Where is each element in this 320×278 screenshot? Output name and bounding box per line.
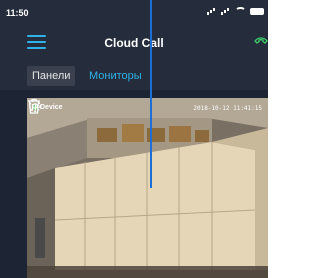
signal-icon [207, 7, 217, 15]
camera-timestamp: 2018-10-12 11:41:15 [193, 105, 262, 112]
status-icons [207, 7, 264, 15]
tab-bar: Панели Мониторы [0, 64, 268, 90]
battery-icon [250, 7, 264, 15]
phone-icon[interactable] [254, 36, 268, 48]
status-time: 11:50 [6, 8, 29, 18]
device-name: Device [40, 104, 63, 111]
trash-icon[interactable] [27, 98, 41, 114]
app-bar: Cloud Call [0, 22, 268, 64]
tab-panels[interactable]: Панели [27, 66, 76, 86]
wifi-icon [235, 7, 246, 15]
app-title: Cloud Call [104, 36, 164, 50]
pointer-line [150, 0, 152, 188]
app-screen: 11:50 Cloud Call Панели Мониторы Device … [0, 0, 268, 278]
signal-icon-2 [221, 7, 231, 15]
camera-scene [27, 98, 268, 278]
tab-monitors[interactable]: Мониторы [84, 66, 147, 86]
camera-preview[interactable]: Device 2018-10-12 11:41:15 [27, 98, 268, 278]
status-bar: 11:50 [0, 0, 268, 22]
